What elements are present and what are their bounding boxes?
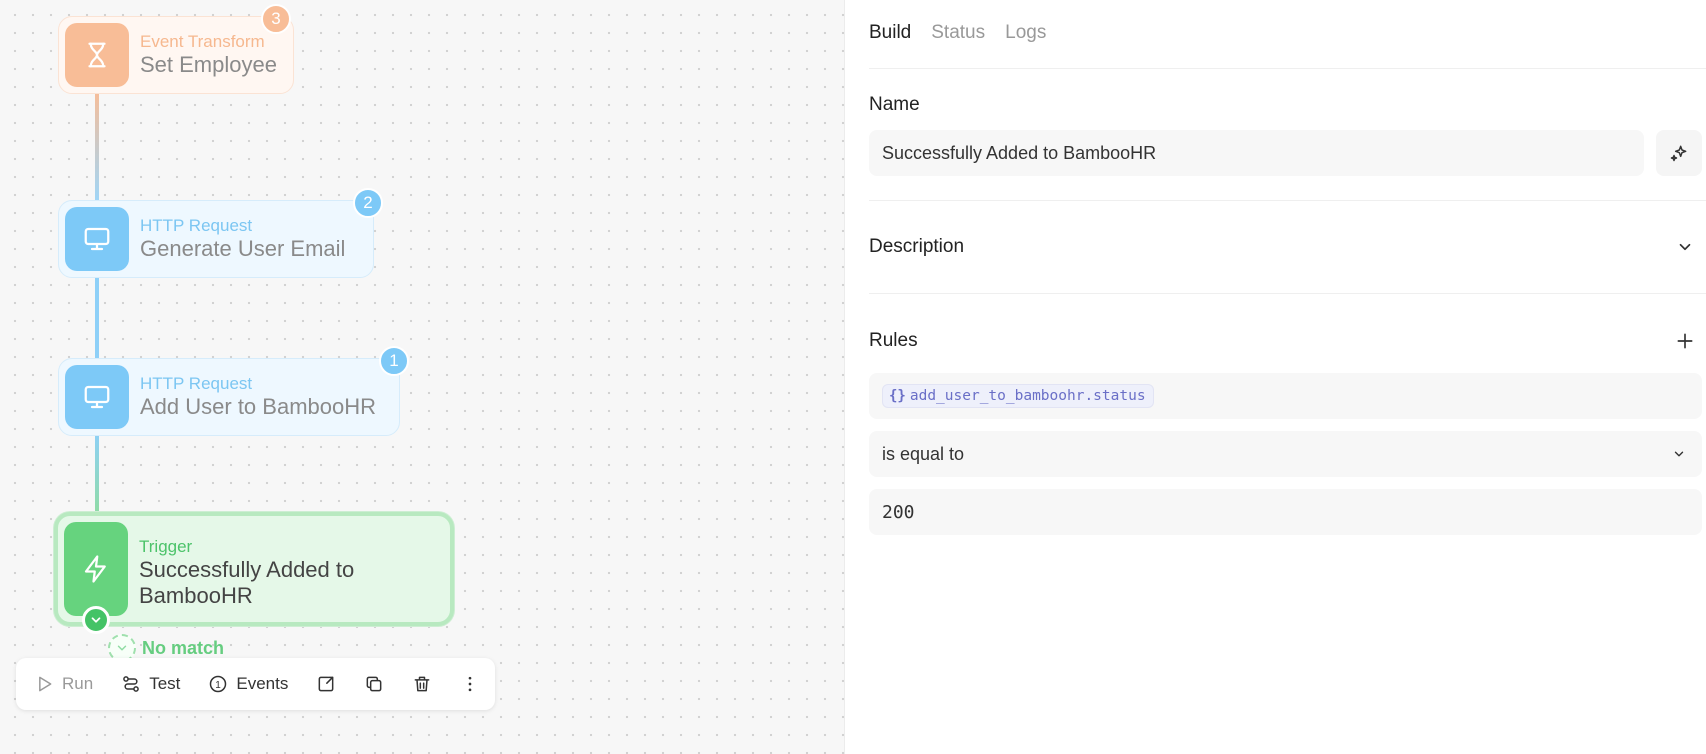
run-button[interactable]: Run bbox=[34, 658, 93, 710]
workflow-node-add-user-to-bamboohr[interactable]: HTTP Request Add User to BambooHR bbox=[58, 358, 400, 436]
description-label: Description bbox=[869, 236, 965, 257]
node-kind: HTTP Request bbox=[140, 216, 253, 235]
step-number-badge: 2 bbox=[353, 188, 383, 218]
chevron-down-icon bbox=[91, 617, 101, 623]
chevron-down-icon bbox=[1674, 451, 1684, 457]
more-options-button[interactable] bbox=[460, 658, 480, 710]
tab-build[interactable]: Build bbox=[869, 22, 911, 44]
svg-text:1: 1 bbox=[216, 680, 222, 691]
braces-icon: {} bbox=[889, 388, 906, 404]
workflow-node-generate-user-email[interactable]: HTTP Request Generate User Email bbox=[58, 200, 374, 278]
name-input[interactable]: Successfully Added to BambooHR bbox=[869, 130, 1644, 176]
rule-value: 200 bbox=[882, 501, 915, 523]
node-kind: Event Transform bbox=[140, 32, 265, 51]
connector-line bbox=[95, 90, 99, 202]
events-label: Events bbox=[236, 674, 289, 693]
tab-status[interactable]: Status bbox=[931, 22, 985, 44]
tab-logs[interactable]: Logs bbox=[1005, 22, 1046, 44]
workflow-canvas[interactable]: Event Transform Set Employee 3 HTTP Requ… bbox=[0, 0, 845, 754]
divider bbox=[869, 293, 1706, 294]
export-button[interactable] bbox=[316, 658, 336, 710]
rule-value-input[interactable]: 200 bbox=[869, 489, 1702, 535]
sparkle-icon bbox=[1670, 145, 1687, 162]
test-button[interactable]: Test bbox=[121, 658, 180, 710]
play-icon bbox=[39, 676, 52, 692]
divider bbox=[869, 68, 1706, 69]
panel-tabs: Build Status Logs bbox=[869, 22, 1046, 44]
rules-label: Rules bbox=[869, 330, 918, 351]
export-icon bbox=[318, 676, 334, 692]
monitor-icon bbox=[65, 365, 129, 429]
no-match-label: No match bbox=[142, 637, 225, 658]
description-expand-button[interactable] bbox=[1674, 236, 1696, 258]
rule-variable-field[interactable]: {} add_user_to_bamboohr.status bbox=[869, 373, 1702, 419]
delete-button[interactable] bbox=[412, 658, 432, 710]
variable-path: add_user_to_bamboohr.status bbox=[909, 388, 1146, 404]
hourglass-icon bbox=[65, 23, 129, 87]
variable-chip[interactable]: {} add_user_to_bamboohr.status bbox=[882, 384, 1154, 408]
node-kind: HTTP Request bbox=[140, 374, 253, 393]
workflow-node-set-employee[interactable]: Event Transform Set Employee bbox=[58, 16, 294, 94]
chevron-down-icon bbox=[1679, 243, 1691, 251]
workflow-node-trigger-selected[interactable]: Trigger Successfully Added to BambooHR bbox=[54, 512, 454, 626]
connector-line bbox=[95, 432, 99, 516]
copy-icon bbox=[366, 676, 382, 692]
run-label: Run bbox=[62, 674, 94, 693]
expand-branch-button[interactable] bbox=[82, 606, 110, 634]
events-count-icon: 1 bbox=[210, 675, 227, 693]
node-settings-panel: Build Status Logs Name Successfully Adde… bbox=[846, 0, 1706, 754]
node-kind: Trigger bbox=[139, 537, 193, 556]
node-title: Set Employee bbox=[140, 52, 277, 77]
events-button[interactable]: 1 Events bbox=[208, 658, 288, 710]
plus-icon bbox=[1677, 333, 1693, 349]
node-title: Generate User Email bbox=[140, 236, 346, 261]
node-title: Successfully Added to BambooHR bbox=[139, 557, 355, 608]
connector-line bbox=[95, 274, 99, 360]
duplicate-button[interactable] bbox=[364, 658, 384, 710]
ai-generate-name-button[interactable] bbox=[1656, 130, 1702, 176]
operator-value: is equal to bbox=[882, 443, 965, 464]
more-vertical-icon bbox=[469, 676, 472, 692]
divider bbox=[869, 200, 1706, 201]
lightning-icon bbox=[64, 522, 128, 616]
rule-operator-select[interactable]: is equal to bbox=[869, 431, 1702, 477]
node-toolbar: Run Test 1 Events bbox=[16, 658, 495, 710]
node-title: Add User to BambooHR bbox=[140, 394, 376, 419]
test-label: Test bbox=[149, 674, 181, 693]
step-number-badge: 3 bbox=[261, 4, 291, 34]
monitor-icon bbox=[65, 207, 129, 271]
add-rule-button[interactable] bbox=[1674, 330, 1696, 352]
trash-icon bbox=[414, 676, 430, 692]
route-icon bbox=[123, 676, 140, 692]
name-label: Name bbox=[869, 94, 920, 115]
step-number-badge: 1 bbox=[379, 346, 409, 376]
